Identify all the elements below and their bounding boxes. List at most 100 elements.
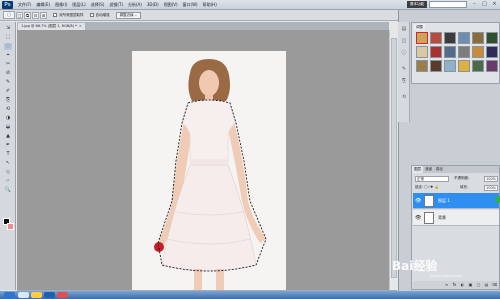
tab-channels[interactable]: 通道 — [423, 166, 434, 173]
adjustment-preset-icon[interactable] — [486, 46, 498, 58]
add-selection-button[interactable]: ⧉ — [24, 11, 31, 19]
new-group-icon[interactable]: ▢ — [475, 282, 482, 288]
menu-edit[interactable]: 编辑(E) — [36, 2, 50, 8]
pen-tool-icon[interactable]: ✒ — [4, 142, 12, 149]
adjustment-preset-icon[interactable] — [430, 60, 442, 72]
brushes-icon[interactable]: ✎ — [401, 66, 407, 72]
marquee-tool-icon[interactable]: ⬚ — [4, 34, 12, 41]
taskbar-app-icon[interactable] — [31, 292, 42, 298]
menu-file[interactable]: 文件(F) — [18, 2, 31, 8]
layer-row-layer-1[interactable]: 👁 图层 1 — [413, 193, 499, 209]
layer-style-icon[interactable]: fx — [451, 282, 458, 288]
clone-source-icon[interactable]: ⎘ — [401, 78, 407, 84]
minimize-button[interactable]: – — [470, 1, 479, 8]
menu-select[interactable]: 选择(S) — [91, 2, 105, 8]
document-tab[interactable]: 1.jpg @ 66.7% (图层 1, RGB/8) * × — [18, 23, 85, 30]
history-brush-tool-icon[interactable]: ⟲ — [4, 106, 12, 113]
blend-mode-select[interactable]: 正常 — [415, 176, 449, 182]
adjustment-preset-icon[interactable] — [444, 32, 456, 44]
pencil-tool-icon[interactable]: ✐ — [4, 88, 12, 95]
adjustment-preset-icon[interactable] — [472, 46, 484, 58]
layer-mask-icon[interactable]: ▣ — [467, 282, 474, 288]
hand-tool-icon[interactable]: ☞ — [4, 178, 12, 185]
taskbar-app-icon[interactable] — [57, 292, 68, 298]
menu-analysis[interactable]: 分析(A) — [128, 2, 142, 8]
dodge-tool-icon[interactable]: ▲ — [4, 133, 12, 140]
tool-preset-picker[interactable]: ◌ — [3, 11, 15, 19]
menu-layer[interactable]: 图层(L) — [72, 2, 85, 8]
adjustment-layer-icon[interactable]: ◐ — [459, 282, 466, 288]
adjustment-preset-icon[interactable] — [416, 46, 428, 58]
subtract-selection-button[interactable]: ⊟ — [32, 11, 39, 19]
refine-edge-button[interactable]: 调整边缘... — [115, 11, 141, 19]
slice-tool-icon[interactable]: ✂ — [4, 61, 12, 68]
maximize-button[interactable]: □ — [480, 1, 489, 8]
menu-view[interactable]: 视图(V) — [164, 2, 178, 8]
adjustment-preset-icon[interactable] — [486, 32, 498, 44]
document-canvas[interactable] — [132, 51, 286, 297]
adjustment-preset-icon[interactable] — [430, 46, 442, 58]
close-tab-icon[interactable]: × — [79, 24, 82, 28]
menu-filter[interactable]: 滤镜(T) — [109, 2, 123, 8]
start-button-icon[interactable] — [4, 292, 15, 298]
new-selection-button[interactable]: □ — [16, 11, 23, 19]
healing-tool-icon[interactable]: ⊘ — [4, 70, 12, 77]
gradient-tool-icon[interactable]: ◒ — [4, 124, 12, 131]
type-tool-icon[interactable]: T — [4, 151, 12, 158]
eraser-tool-icon[interactable]: ◑ — [4, 115, 12, 122]
background-color-swatch[interactable] — [7, 223, 14, 230]
adjustments-tab[interactable]: 调整 — [414, 24, 425, 30]
menu-3d[interactable]: 3D(D) — [147, 2, 159, 7]
move-tool-icon[interactable]: ⇲ — [4, 25, 12, 32]
info-icon[interactable]: ⓘ — [401, 50, 407, 56]
vertical-scrollbar[interactable] — [389, 30, 397, 290]
visibility-eye-icon[interactable]: 👁 — [415, 198, 421, 204]
search-input[interactable] — [429, 1, 467, 8]
taskbar-app-icon[interactable] — [18, 292, 29, 298]
adjustment-preset-icon[interactable] — [444, 60, 456, 72]
intersect-selection-button[interactable]: ⊞ — [40, 11, 47, 19]
opacity-field[interactable]: 100% — [484, 176, 498, 182]
link-layers-icon[interactable]: ∞ — [443, 282, 450, 288]
scrollbar-thumb[interactable] — [391, 38, 397, 278]
tab-layers[interactable]: 图层 — [412, 166, 423, 173]
new-layer-icon[interactable]: ▤ — [483, 282, 490, 288]
auto-enhance-checkbox[interactable] — [89, 13, 94, 17]
menu-image[interactable]: 图像(I) — [55, 2, 67, 8]
adjustment-preset-icon[interactable] — [458, 46, 470, 58]
canvas-area[interactable] — [17, 30, 389, 297]
delete-layer-icon[interactable]: ⌫ — [491, 282, 498, 288]
workspace-switcher[interactable]: 基本功能 — [407, 1, 427, 8]
taskbar-photoshop-icon[interactable] — [44, 292, 55, 298]
fill-field[interactable]: 100% — [484, 185, 498, 191]
quick-selection-tool-icon[interactable]: ◌ — [4, 43, 12, 50]
adjustment-preset-icon[interactable] — [430, 32, 442, 44]
sample-all-checkbox[interactable] — [53, 13, 57, 17]
close-button[interactable]: × — [490, 1, 499, 8]
crop-tool-icon[interactable]: ⌖ — [4, 52, 12, 59]
adjustment-preset-icon[interactable] — [416, 32, 428, 44]
menu-window[interactable]: 窗口(W) — [183, 2, 198, 8]
adjustment-preset-icon[interactable] — [472, 32, 484, 44]
document-tab-bar: 1.jpg @ 66.7% (图层 1, RGB/8) * × — [17, 22, 389, 30]
opacity-label: 不透明度: — [454, 176, 470, 180]
adjustment-preset-icon[interactable] — [458, 60, 470, 72]
zoom-tool-icon[interactable]: 🔍 — [4, 187, 12, 194]
navigator-icon[interactable]: ◫ — [401, 38, 407, 44]
menu-help[interactable]: 帮助(H) — [203, 2, 217, 8]
path-selection-tool-icon[interactable]: ↖ — [4, 160, 12, 167]
lock-options[interactable]: 锁定: □ ⁄ ✚ 🔒 — [415, 185, 439, 190]
adjustment-preset-icon[interactable] — [444, 46, 456, 58]
layer-row-background[interactable]: 👁 背景 — [413, 210, 499, 226]
history-icon[interactable]: ⟲ — [401, 94, 407, 100]
shape-tool-icon[interactable]: ◇ — [4, 169, 12, 176]
clone-stamp-tool-icon[interactable]: ⎘ — [4, 97, 12, 104]
adjustment-preset-icon[interactable] — [486, 60, 498, 72]
adjustment-preset-icon[interactable] — [458, 32, 470, 44]
visibility-eye-icon[interactable]: 👁 — [415, 215, 421, 221]
tab-paths[interactable]: 路径 — [434, 166, 445, 173]
adjustment-preset-icon[interactable] — [472, 60, 484, 72]
adjustment-preset-icon[interactable] — [416, 60, 428, 72]
brush-tool-icon[interactable]: ✎ — [4, 79, 12, 86]
histogram-icon[interactable]: ▤ — [401, 26, 407, 32]
